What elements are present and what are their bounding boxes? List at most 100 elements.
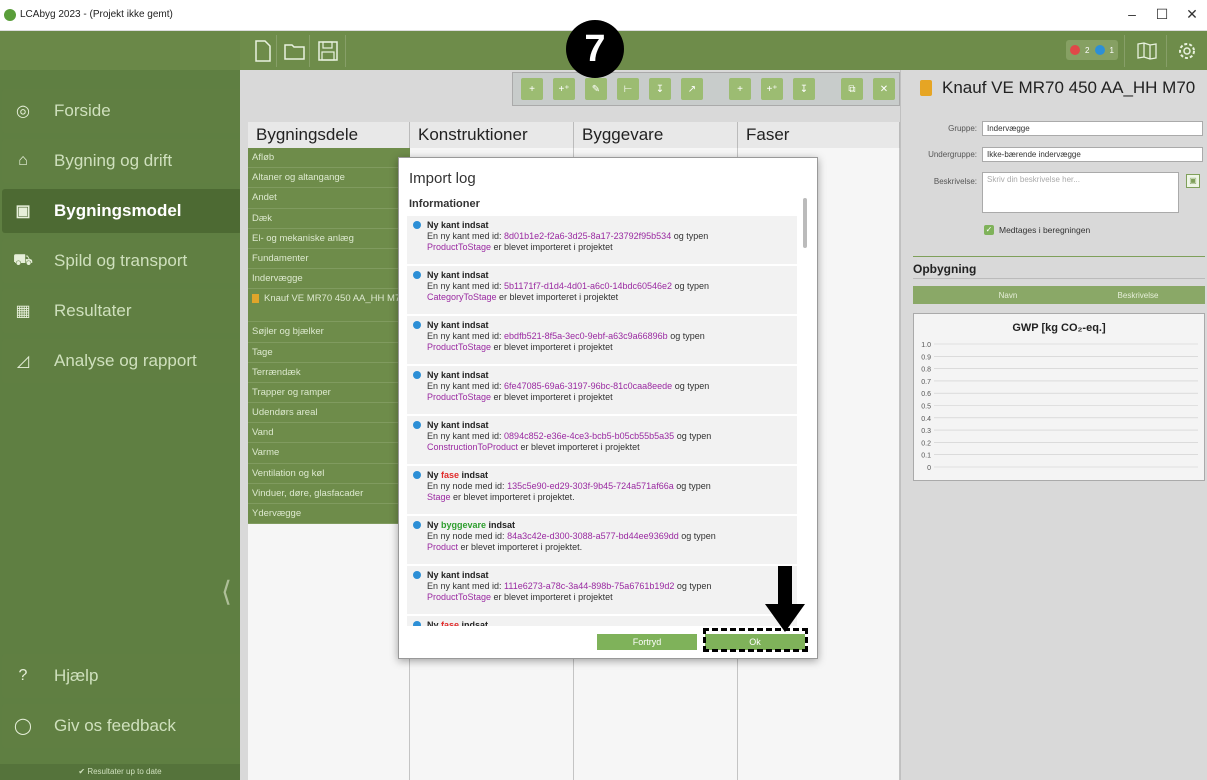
list-item[interactable]: Søjler og bjælker (248, 322, 410, 343)
beskrivelse-label: Beskrivelse: (933, 177, 977, 186)
entry-text: En ny kant med id: (427, 231, 505, 241)
add-icon[interactable]: + (521, 78, 543, 100)
list-item[interactable]: Altaner og altangange (248, 168, 410, 189)
opbygning-heading: Opbygning (913, 262, 977, 276)
entry-text: og typen (674, 431, 712, 441)
log-entry: Ny kant indsat En ny kant med id: 8d01b1e… (407, 216, 797, 264)
list-item[interactable]: Tage (248, 342, 410, 363)
export-icon[interactable]: ↗ (681, 78, 703, 100)
list-item-selected[interactable]: Knauf VE MR70 450 AA_HH M70 (248, 289, 410, 323)
toolbar-left-pad (0, 31, 240, 70)
entry-line2: ProductToStage er blevet importeret i pr… (427, 342, 793, 353)
import-construction-icon[interactable]: ↧ (793, 78, 815, 100)
entry-keyword: kant (441, 270, 460, 280)
nav-help[interactable]: ? Hjælp (2, 654, 242, 698)
collapse-sidebar-icon[interactable]: ⟨ (221, 575, 232, 608)
info-dot-icon (413, 321, 421, 329)
list-item[interactable]: Vinduer, døre, glasfacader (248, 483, 410, 504)
settings-gear-icon[interactable] (1172, 37, 1202, 65)
entry-text: er blevet importeret i projektet. (458, 542, 583, 552)
entry-heading: Ny kant indsat (427, 570, 793, 581)
nav-label: Hjælp (54, 666, 99, 685)
new-file-icon[interactable] (248, 37, 278, 65)
entry-line1: En ny kant med id: 8d01b1e2-f2a6-3d25-8a… (427, 231, 793, 242)
down-arrow-icon (765, 566, 805, 632)
list-item[interactable]: Indervægge (248, 269, 410, 290)
table-icon: ▦ (15, 303, 31, 320)
scrollbar-thumb[interactable] (803, 198, 807, 248)
entry-pre: Ny (427, 520, 442, 530)
entry-text: er blevet importeret i projektet (491, 592, 613, 602)
entry-heading: Ny kant indsat (427, 220, 793, 231)
expand-description-icon[interactable]: ▣ (1186, 174, 1200, 188)
import-icon[interactable]: ↧ (649, 78, 671, 100)
truck-icon: ⛟ (12, 252, 34, 269)
entry-line2: ProductToStage er blevet importeret i pr… (427, 392, 793, 403)
entry-text: og typen (672, 381, 710, 391)
notifications-badge[interactable]: 2 1 (1066, 40, 1118, 60)
list-item[interactable]: Ydervægge (248, 504, 410, 525)
app-window: LCAbyg 2023 - (Projekt ikke gemt) – ☐ ✕ … (0, 0, 1207, 780)
nav-bygningsmodel[interactable]: ▣ Bygningsmodel (2, 189, 242, 233)
list-item[interactable]: Varme (248, 443, 410, 464)
nav-forside[interactable]: ◎ Forside (2, 89, 242, 133)
list-item-label: Knauf VE MR70 450 AA_HH M70 (264, 293, 406, 305)
list-item[interactable]: Udendørs areal (248, 403, 410, 424)
tree-icon[interactable]: ⊢ (617, 78, 639, 100)
column-navn: Navn (998, 291, 1018, 300)
list-item[interactable]: Trapper og ramper (248, 382, 410, 404)
minimize-button[interactable]: – (1117, 6, 1147, 22)
column-header-bygningsdele: Bygningsdele (248, 122, 410, 148)
cancel-button[interactable]: Fortryd (597, 634, 697, 650)
add-sub-construction-icon[interactable]: +⁺ (761, 78, 783, 100)
entry-type: ConstructionToProduct (427, 442, 519, 452)
entry-line1: En ny kant med id: 6fe47085-69a6-3197-96… (427, 381, 793, 392)
entry-id: 5b1171f7-d1d4-4d01-a6c0-14bdc60546e2 (504, 281, 673, 291)
undergruppe-field[interactable]: Ikke-bærende indervægge (982, 147, 1203, 162)
entry-heading: Ny kant indsat (427, 270, 793, 281)
nav-spild-og-transport[interactable]: ⛟ Spild og transport (2, 239, 242, 283)
entry-pre: Ny (427, 270, 442, 280)
add-construction-icon[interactable]: + (729, 78, 751, 100)
list-item[interactable]: Dæk (248, 208, 410, 229)
nav-label: Spild og transport (54, 251, 188, 270)
open-folder-icon[interactable] (280, 37, 310, 65)
add-sub-icon[interactable]: +⁺ (553, 78, 575, 100)
delete-icon[interactable]: ✕ (873, 78, 895, 100)
entry-id: 0894c852-e36e-4ce3-bcb5-b05cb55b5a35 (504, 431, 675, 441)
close-button[interactable]: ✕ (1177, 6, 1207, 23)
maximize-button[interactable]: ☐ (1147, 6, 1177, 23)
copy-icon[interactable]: ⧉ (841, 78, 863, 100)
log-entry: Ny fase indsat En ny node med id: 135c5e9… (407, 466, 797, 514)
log-entry: Ny kant indsat En ny kant med id: 0894c85… (407, 416, 797, 464)
book-icon[interactable] (1132, 37, 1162, 65)
list-item[interactable]: Fundamenter (248, 248, 410, 270)
nav-feedback[interactable]: ◯ Giv os feedback (2, 704, 242, 748)
y-tick-label: 1.0 (921, 342, 931, 349)
y-tick-label: 0.3 (921, 428, 931, 435)
entry-line1: En ny node med id: 84a3c42e-d300-3088-a5… (427, 531, 793, 542)
entry-type: Stage (427, 492, 451, 502)
entry-text: En ny kant med id: (427, 431, 505, 441)
list-item[interactable]: El- og mekaniske anlæg (248, 228, 410, 249)
list-item[interactable]: Afløb (248, 148, 410, 169)
nav-label: Bygning og drift (54, 151, 173, 170)
nav-bygning-og-drift[interactable]: ⌂ Bygning og drift (2, 139, 242, 183)
list-item[interactable]: Andet (248, 188, 410, 209)
entry-pre: Ny (427, 370, 442, 380)
gruppe-field[interactable]: Indervægge (982, 121, 1203, 136)
entry-line2: Stage er blevet importeret i projektet. (427, 492, 793, 503)
nav-resultater[interactable]: ▦ Resultater (2, 289, 242, 333)
beskrivelse-field[interactable]: Skriv din beskrivelse her... (982, 172, 1179, 213)
list-item[interactable]: Ventilation og køl (248, 463, 410, 484)
list-item[interactable]: Vand (248, 423, 410, 444)
list-item[interactable]: Terrændæk (248, 362, 410, 383)
nav-analyse-og-rapport[interactable]: ◿ Analyse og rapport (2, 339, 242, 383)
info-dot-icon (413, 471, 421, 479)
edit-icon[interactable]: ✎ (585, 78, 607, 100)
medtages-checkbox[interactable]: ✓ (984, 225, 994, 235)
entry-id: 84a3c42e-d300-3088-a577-bd44ee9369dd (507, 531, 679, 541)
wall-icon (252, 294, 259, 304)
entry-line1: En ny kant med id: 111e6273-a78c-3a44-89… (427, 581, 793, 592)
save-icon[interactable] (313, 37, 343, 65)
